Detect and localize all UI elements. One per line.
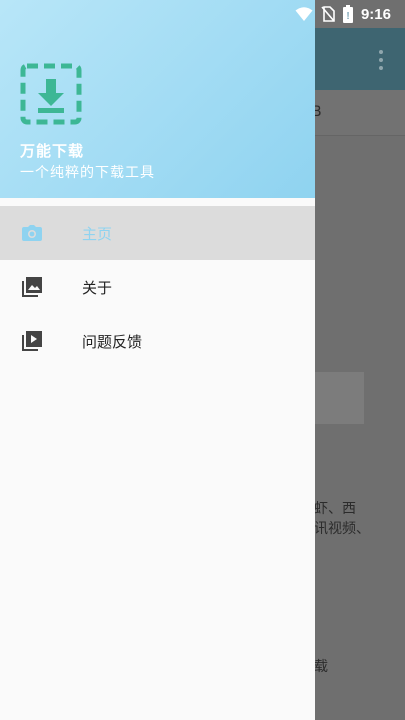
background-text: 讯视频、 <box>314 521 370 537</box>
drawer-item-home[interactable]: 主页 <box>0 206 315 260</box>
drawer-item-feedback[interactable]: 问题反馈 <box>0 314 315 368</box>
drawer-header: 万能下载 一个纯粹的下载工具 <box>0 0 315 198</box>
app-subtitle: 一个纯粹的下载工具 <box>20 165 155 181</box>
status-time: 9:16 <box>360 5 391 23</box>
wifi-icon <box>295 7 313 21</box>
download-box-icon <box>20 63 82 125</box>
drawer-item-label: 问题反馈 <box>82 332 143 351</box>
navigation-drawer: 万能下载 一个纯粹的下载工具 主页 关于 问题反馈 <box>0 0 315 720</box>
drawer-menu: 主页 关于 问题反馈 <box>0 206 315 368</box>
drawer-item-label: 关于 <box>82 278 113 297</box>
drawer-item-label: 主页 <box>82 224 113 243</box>
no-sim-icon <box>321 6 335 22</box>
status-bar: ! 9:16 <box>0 0 405 28</box>
app-name: 万能下载 <box>20 142 85 160</box>
background-text: 载 <box>314 659 328 675</box>
svg-text:!: ! <box>346 11 349 22</box>
drawer-item-about[interactable]: 关于 <box>0 260 315 314</box>
background-text: 虾、西 <box>314 501 356 517</box>
camera-icon <box>22 225 42 241</box>
overflow-menu-icon <box>379 50 383 74</box>
battery-icon: ! <box>342 5 353 23</box>
video-library-icon <box>22 331 42 351</box>
photo-library-icon <box>22 277 42 297</box>
